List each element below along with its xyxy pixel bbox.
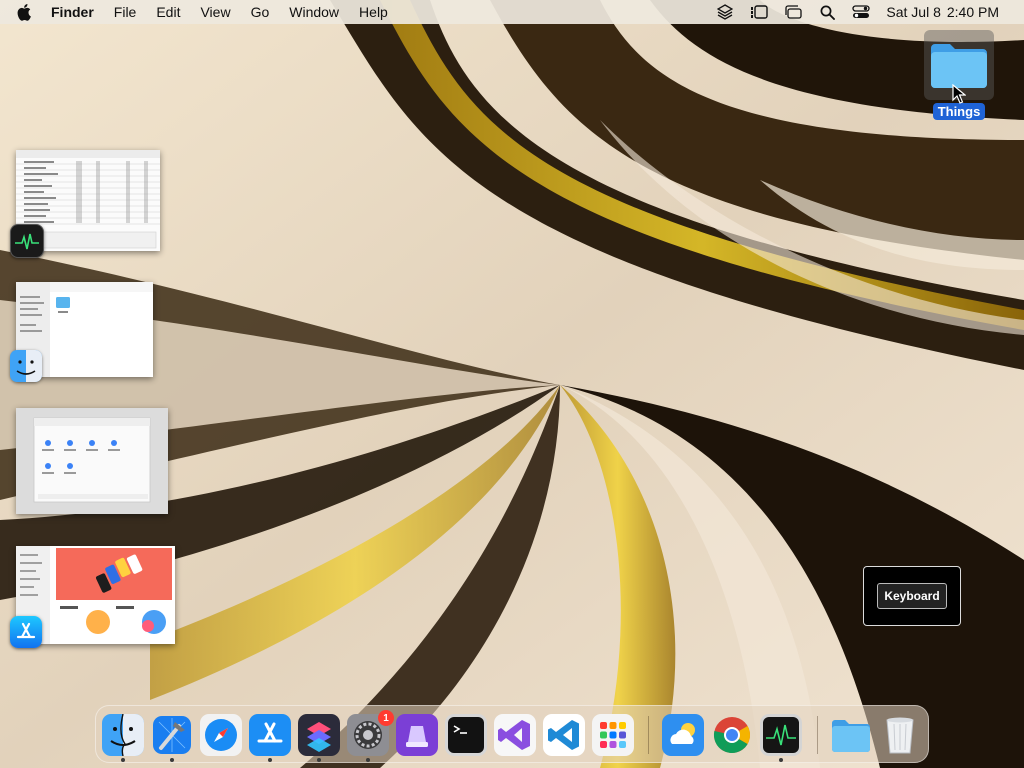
menu-help[interactable]: Help	[349, 0, 398, 24]
running-indicator	[366, 758, 370, 762]
dock-weather-icon[interactable]	[662, 714, 704, 756]
menu-edit[interactable]: Edit	[146, 0, 190, 24]
running-indicator	[170, 758, 174, 762]
mouse-cursor-icon	[952, 84, 966, 104]
dock-activity-monitor-icon[interactable]	[760, 714, 802, 756]
dock-separator	[817, 716, 818, 754]
folder-icon	[931, 44, 987, 88]
dock-finder-icon[interactable]	[102, 713, 144, 757]
activity-monitor-icon	[10, 224, 44, 258]
desktop-wallpaper	[0, 0, 1024, 768]
dock: 1	[95, 705, 929, 763]
dock-xcode-icon[interactable]	[151, 714, 193, 756]
dock-visual-studio-icon[interactable]	[494, 714, 536, 756]
dock-folder-icon[interactable]	[830, 714, 872, 756]
settings-window-thumbnail	[16, 408, 168, 514]
clock-date: Sat Jul 8	[886, 4, 941, 20]
running-indicator	[121, 758, 125, 762]
window-stack-icon[interactable]	[782, 2, 804, 22]
dock-shortcuts-icon[interactable]	[298, 714, 340, 756]
dock-archive-icon[interactable]	[396, 714, 438, 756]
dock-safari-icon[interactable]	[200, 714, 242, 756]
menu-view[interactable]: View	[190, 0, 240, 24]
finder-icon	[10, 350, 42, 382]
desktop-folder-things[interactable]: Things	[922, 30, 996, 121]
dock-trash-icon[interactable]	[879, 714, 921, 756]
menu-bar-clock[interactable]: Sat Jul 8 2:40 PM	[886, 4, 1005, 20]
menu-file[interactable]: File	[104, 0, 147, 24]
dock-app-store-icon[interactable]	[249, 714, 291, 756]
running-indicator	[779, 758, 783, 762]
menu-app-name[interactable]: Finder	[47, 0, 104, 24]
app-store-icon	[10, 616, 42, 648]
stage-group-settings-window[interactable]	[14, 406, 172, 518]
dock-terminal-icon[interactable]	[445, 714, 487, 756]
folder-label: Things	[932, 103, 986, 120]
stage-group-app-store[interactable]	[10, 544, 176, 648]
dock-vscode-icon[interactable]	[543, 714, 585, 756]
control-center-icon[interactable]	[850, 2, 872, 22]
dock-separator	[648, 716, 649, 754]
keyboard-label: Keyboard	[877, 583, 947, 609]
layers-icon[interactable]	[714, 2, 736, 22]
running-indicator	[317, 758, 321, 762]
running-indicator	[268, 758, 272, 762]
dock-launchpad-icon[interactable]	[592, 714, 634, 756]
dock-chrome-icon[interactable]	[711, 714, 753, 756]
spotlight-search-icon[interactable]	[816, 2, 838, 22]
apple-logo-icon[interactable]	[17, 2, 35, 22]
menu-go[interactable]: Go	[241, 0, 280, 24]
stage-manager-icon[interactable]	[748, 2, 770, 22]
keyboard-viewer-overlay: Keyboard	[863, 566, 961, 626]
stage-group-finder[interactable]	[10, 280, 160, 384]
clock-time: 2:40 PM	[946, 4, 999, 20]
stage-group-activity-monitor[interactable]	[10, 148, 162, 258]
menu-window[interactable]: Window	[279, 0, 349, 24]
notification-badge: 1	[378, 710, 394, 726]
menu-bar: Finder File Edit View Go Window Help Sat…	[0, 0, 1024, 24]
